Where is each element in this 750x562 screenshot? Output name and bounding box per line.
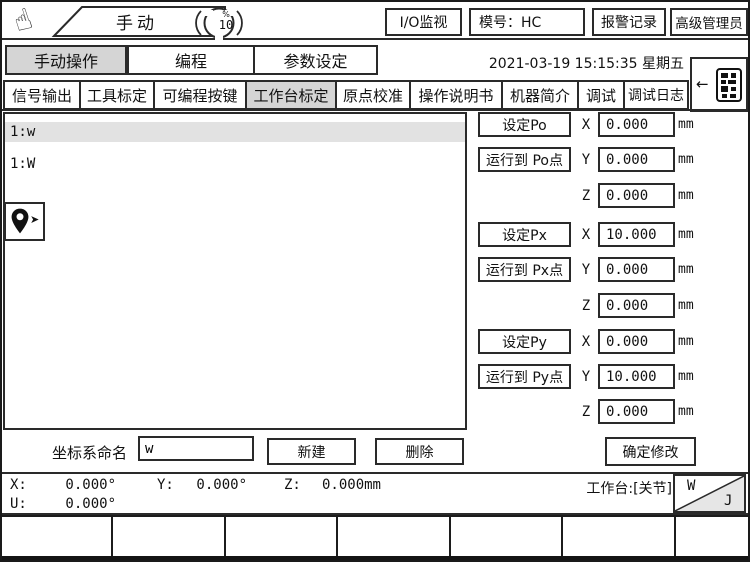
axis-y-value: 0.000° [185,477,247,493]
location-pin-button[interactable]: ➤ [4,202,45,241]
axis-x-value: 0.000° [54,477,116,493]
run-to-po-button[interactable]: 运行到 Po点 [478,147,571,172]
py-x-unit-label: mm [678,334,694,349]
coord-system-list: 1:w 1:W ➤ [3,112,467,430]
axis-u-value: 0.000° [54,496,116,512]
py-y-axis-label: Y [578,364,594,389]
px-z-unit-label: mm [678,298,694,313]
keypad-icon [716,68,742,102]
set-po-button[interactable]: 设定Po [478,112,571,137]
tab-parameter-setting[interactable]: 参数设定 [253,45,378,75]
py-y-unit-label: mm [678,369,694,384]
po-z-value-field[interactable]: 0.000 [598,183,675,208]
list-item-coord-w2[interactable]: 1:W [5,154,465,174]
softkey-4[interactable] [338,517,451,556]
list-item-coord-w[interactable]: 1:w [5,122,465,142]
run-to-py-button[interactable]: 运行到 Py点 [478,364,571,389]
tab-programming[interactable]: 编程 [127,45,255,75]
io-monitor-button[interactable]: I/O监视 [385,8,462,36]
speed-value: 10 [207,19,245,31]
softkey-1[interactable] [2,517,113,556]
softkey-7[interactable] [676,517,748,556]
bottom-strip [2,556,748,560]
axis-x-label: X: [10,477,27,493]
py-z-unit-label: mm [678,404,694,419]
subtab-origin-calibration[interactable]: 原点校准 [335,80,411,110]
worktable-mode-label: 工作台:[关节] [542,478,672,498]
subtab-debug-log[interactable]: 调试日志 [623,80,689,110]
mode-label: 手动 [87,10,187,32]
manual-hand-icon: ☝ [9,1,36,39]
tab-manual-operation[interactable]: 手动操作 [5,45,127,75]
px-x-unit-label: mm [678,227,694,242]
hmi-screen: ☝ 手动 % 10 I/O监视 模号：HC 报警记录 高级管理员 手动操作 编程… [0,0,750,562]
back-arrow-icon: ← [696,75,709,93]
content-divider [2,109,748,111]
new-button[interactable]: 新建 [267,438,356,465]
confirm-modify-button[interactable]: 确定修改 [605,437,696,466]
softkey-6[interactable] [563,517,676,556]
datetime-label: 2021-03-19 15:15:35 星期五 [402,53,684,73]
top-bar: ☝ 手动 % 10 I/O监视 模号：HC 报警记录 高级管理员 [2,2,748,40]
run-to-px-button[interactable]: 运行到 Px点 [478,257,571,282]
set-py-button[interactable]: 设定Py [478,329,571,354]
po-x-value-field[interactable]: 0.000 [598,112,675,137]
wj-diagonal [675,476,744,511]
alarm-record-button[interactable]: 报警记录 [592,8,666,36]
delete-button[interactable]: 删除 [375,438,464,465]
px-z-axis-label: Z [578,293,594,318]
subtab-debug[interactable]: 调试 [577,80,625,110]
py-y-value-field[interactable]: 10.000 [598,364,675,389]
po-z-axis-label: Z [578,183,594,208]
px-y-axis-label: Y [578,257,594,282]
po-y-value-field[interactable]: 0.000 [598,147,675,172]
admin-level-button[interactable]: 高级管理员 [670,8,748,36]
py-z-value-field[interactable]: 0.000 [598,399,675,424]
po-x-unit-label: mm [678,117,694,132]
screen-switch-button[interactable]: ← [690,57,748,112]
subtab-worktable-calibration[interactable]: 工作台标定 [245,80,337,110]
py-x-axis-label: X [578,329,594,354]
subtab-programmable-keys[interactable]: 可编程按键 [153,80,247,110]
po-y-unit-label: mm [678,152,694,167]
px-x-axis-label: X [578,222,594,247]
coord-name-label: 坐标系命名 [52,442,127,463]
softkey-3[interactable] [226,517,338,556]
axis-z-label: Z: [284,477,301,493]
px-x-value-field[interactable]: 10.000 [598,222,675,247]
subtab-machine-intro[interactable]: 机器简介 [501,80,579,110]
px-y-value-field[interactable]: 0.000 [598,257,675,282]
po-y-axis-label: Y [578,147,594,172]
subtab-signal-output[interactable]: 信号输出 [3,80,81,110]
softkey-2[interactable] [113,517,226,556]
softkey-5[interactable] [451,517,563,556]
pin-arrow-icon: ➤ [30,213,39,226]
axis-u-label: U: [10,496,27,512]
j-mode-label: J [724,493,732,509]
subtab-tool-calibration[interactable]: 工具标定 [79,80,155,110]
subtab-operation-manual[interactable]: 操作说明书 [409,80,503,110]
po-x-axis-label: X [578,112,594,137]
w-mode-label: W [687,478,695,494]
speed-readout[interactable]: % 10 [207,11,245,31]
py-x-value-field[interactable]: 0.000 [598,329,675,354]
py-z-axis-label: Z [578,399,594,424]
status-bar: X: 0.000° Y: 0.000° Z: 0.000mm U: 0.000°… [2,472,748,515]
po-z-unit-label: mm [678,188,694,203]
pin-icon [9,207,31,236]
axis-y-label: Y: [157,477,174,493]
px-y-unit-label: mm [678,262,694,277]
axis-z-value: 0.000mm [307,477,381,493]
px-z-value-field[interactable]: 0.000 [598,293,675,318]
model-number-button[interactable]: 模号：HC [469,8,585,36]
softkey-row [2,515,748,556]
wj-toggle[interactable]: W J [673,474,746,513]
coord-name-input[interactable] [138,436,254,461]
set-px-button[interactable]: 设定Px [478,222,571,247]
